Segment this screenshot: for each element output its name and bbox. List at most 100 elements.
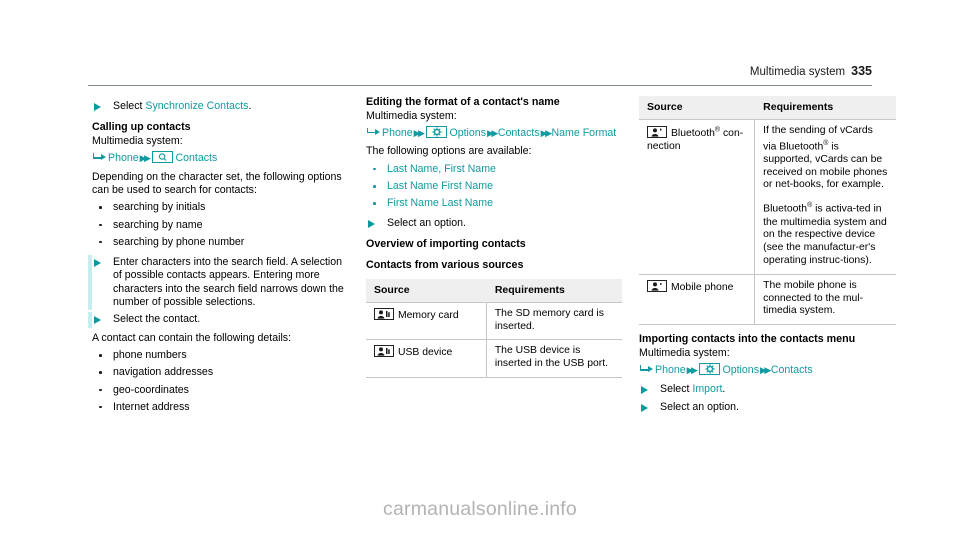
list-item-label: navigation addresses xyxy=(113,366,214,379)
table-row: USB device The USB device is inserted in… xyxy=(366,339,622,379)
column-header-requirements: Requirements xyxy=(754,96,896,120)
cell-requirements: If the sending of vCards via Bluetooth® … xyxy=(754,119,896,275)
cell-source: Bluetooth® con-nection xyxy=(639,119,756,275)
requirement-paragraph-1: If the sending of vCards via Bluetooth® … xyxy=(763,124,888,191)
step-text: Select an option. xyxy=(660,400,739,413)
requirement-paragraph-2: Bluetooth® is activa-ted in the multimed… xyxy=(763,202,887,266)
heading-editing-name-format: Editing the format of a contact's name xyxy=(366,96,560,108)
menu-item-options[interactable]: Options xyxy=(722,364,759,376)
step-text: Enter characters into the search field. … xyxy=(113,256,344,309)
bullet-icon xyxy=(99,405,102,409)
search-icon xyxy=(152,151,174,164)
heading-overview-importing: Overview of importing contacts xyxy=(366,237,526,250)
step-text: Select an option. xyxy=(387,216,466,229)
menu-path-import: Phone▶▶ Options▶▶ Contacts xyxy=(639,362,896,378)
bullet-icon xyxy=(99,371,102,374)
step-triangle-icon xyxy=(641,403,648,412)
option-last-first-comma[interactable]: Last Name, First Name xyxy=(366,163,622,176)
step-text-prefix: Select xyxy=(113,100,146,112)
list-item-label: geo-coordinates xyxy=(113,383,189,396)
menu-item-contacts[interactable]: Contacts xyxy=(498,127,540,139)
bullet-icon xyxy=(99,223,102,227)
link-synchronize-contacts[interactable]: Synchronize Contacts xyxy=(145,100,248,112)
sources-table-right: Source Requirements Bluetooth® con-necti… xyxy=(639,96,896,326)
cell-source: Memory card xyxy=(366,302,487,341)
bullet-icon xyxy=(373,167,376,171)
cell-requirements: The USB device is inserted in the USB po… xyxy=(486,339,622,379)
page-header: Multimedia system 335 xyxy=(88,64,872,78)
menu-separator-icon: ▶▶ xyxy=(487,127,498,138)
option-first-last[interactable]: First Name Last Name xyxy=(366,197,622,210)
step-text-suffix: . xyxy=(722,383,726,396)
label-multimedia-system-mid: Multimedia system: xyxy=(366,109,457,122)
list-item-label: phone numbers xyxy=(113,348,187,361)
menu-separator-icon: ▶▶ xyxy=(540,127,552,138)
step-triangle-icon xyxy=(94,259,101,268)
page-header-title: Multimedia system xyxy=(749,66,846,78)
left-column: Select Synchronize Contacts. Calling up … xyxy=(88,96,344,414)
menu-item-contacts[interactable]: Contacts xyxy=(175,152,217,164)
paragraph-search-intro: Depending on the character set, the foll… xyxy=(92,170,342,196)
step-select-an-option-mid: Select an option. xyxy=(366,217,622,230)
list-item-search-initials: searching by initials xyxy=(92,201,344,214)
step-enter-characters: Enter characters into the search field. … xyxy=(88,255,344,311)
bullet-icon xyxy=(99,206,102,209)
gear-icon xyxy=(426,125,448,138)
cell-source-label: USB device xyxy=(398,347,453,359)
cell-source: USB device xyxy=(366,339,487,379)
menu-item-contacts[interactable]: Contacts xyxy=(771,364,813,376)
watermark: carmanualsonline.info xyxy=(383,498,577,520)
hook-arrow-icon xyxy=(639,364,654,374)
sources-table-middle: Source Requirements Memory card The SD m… xyxy=(366,279,622,379)
option-last-first[interactable]: Last Name First Name xyxy=(366,180,622,193)
contact-card-icon xyxy=(374,345,394,358)
menu-separator-icon: ▶▶ xyxy=(760,364,771,375)
menu-path-name-format: Phone▶▶ Options▶▶ Contacts▶▶ Name Format xyxy=(366,125,622,141)
step-select-synchronize-contacts: Select Synchronize Contacts. xyxy=(92,100,344,113)
menu-item-options[interactable]: Options xyxy=(449,127,486,139)
menu-separator-icon: ▶▶ xyxy=(139,153,151,164)
middle-column: Editing the format of a contact's name M… xyxy=(366,96,622,379)
bullet-icon xyxy=(99,240,102,244)
paragraph-options-intro: The following options are available: xyxy=(366,145,532,158)
page-number: 335 xyxy=(851,64,872,78)
menu-item-phone[interactable]: Phone xyxy=(382,127,413,139)
table-header-row: Source Requirements xyxy=(639,96,896,120)
cell-source: Mobile phone xyxy=(639,274,756,326)
contact-card-icon xyxy=(647,126,667,139)
heading-importing-contacts: Importing contacts into the contacts men… xyxy=(639,333,856,346)
list-item-internet-address: Internet address xyxy=(92,401,344,414)
contact-card-icon xyxy=(647,279,667,292)
table-row: Memory card The SD memory card is insert… xyxy=(366,302,622,341)
cell-requirements: The mobile phone is connected to the mul… xyxy=(754,274,896,326)
header-divider xyxy=(88,85,872,86)
cell-source-label: Mobile phone xyxy=(671,281,734,293)
heading-calling-up-contacts: Calling up contacts xyxy=(92,121,191,134)
bullet-icon xyxy=(373,184,376,188)
option-label: Last Name, First Name xyxy=(387,162,496,175)
menu-item-name-format[interactable]: Name Format xyxy=(552,127,617,139)
cell-requirements: The SD memory card is inserted. xyxy=(486,302,622,341)
menu-item-phone[interactable]: Phone xyxy=(108,152,139,164)
list-item-navigation-addresses: navigation addresses xyxy=(92,366,344,379)
paragraph-details-intro: A contact can contain the following deta… xyxy=(92,331,292,344)
bullet-icon xyxy=(99,388,102,392)
label-multimedia-system-right: Multimedia system: xyxy=(639,346,730,359)
menu-separator-icon: ▶▶ xyxy=(686,364,698,375)
right-column: Source Requirements Bluetooth® con-necti… xyxy=(639,96,896,414)
gear-icon xyxy=(699,362,721,375)
list-item-label: searching by initials xyxy=(113,201,206,214)
step-select-the-contact: Select the contact. xyxy=(88,312,344,328)
list-item-search-phone-number: searching by phone number xyxy=(92,236,344,249)
table-row: Mobile phone The mobile phone is connect… xyxy=(639,274,896,326)
option-label: Last Name First Name xyxy=(387,179,493,192)
column-header-requirements: Requirements xyxy=(486,279,622,303)
step-select-import: Select Import. xyxy=(639,383,896,396)
column-header-source: Source xyxy=(639,96,756,120)
link-import[interactable]: Import xyxy=(692,383,722,395)
hook-arrow-icon xyxy=(366,127,381,137)
menu-item-phone[interactable]: Phone xyxy=(655,364,686,376)
step-select-an-option-right: Select an option. xyxy=(639,401,896,414)
menu-separator-icon: ▶▶ xyxy=(413,127,425,138)
table-row: Bluetooth® con-nection If the sending of… xyxy=(639,119,896,275)
